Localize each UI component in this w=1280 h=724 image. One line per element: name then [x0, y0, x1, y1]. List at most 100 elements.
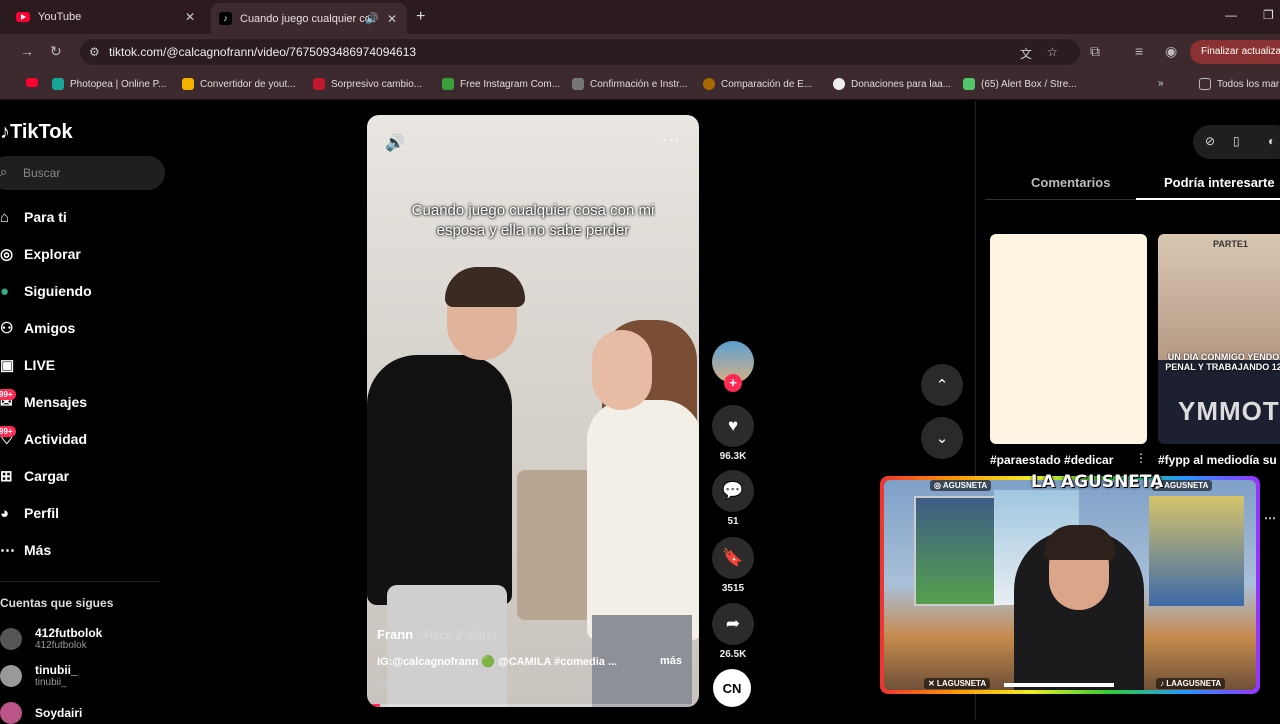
device-icon[interactable]: ▯ — [1233, 134, 1240, 148]
compass-icon[interactable]: ⊘ — [1205, 134, 1215, 148]
following-accounts-title: Cuentas que sigues — [0, 596, 114, 610]
new-tab-button[interactable]: + — [416, 8, 425, 26]
bookmark-youtube[interactable] — [26, 78, 44, 87]
nav-mas[interactable]: ⋯ Más — [0, 535, 51, 565]
video-caption: Cuando juego cualquier cosa con mi espos… — [411, 202, 655, 239]
recommended-caption[interactable]: #paraestado #dedicar — [990, 453, 1113, 467]
video-description: IG:@calcagnofrann 🟢 @CAMILA #comedia ... — [377, 656, 618, 668]
nav-siguiendo[interactable]: ● Siguiendo — [0, 276, 92, 306]
search-input[interactable]: ⌕ Buscar — [0, 156, 165, 190]
bookmark-item[interactable]: Donaciones para laa... — [833, 78, 951, 90]
bookmark-folder[interactable]: Todos los mar — [1199, 78, 1279, 90]
bookmark-icon — [182, 78, 194, 90]
bookmark-item[interactable]: Confirmación e Instr... — [572, 78, 687, 90]
restore-icon[interactable]: ❐ — [1263, 8, 1274, 22]
more-options-icon[interactable]: ··· — [662, 131, 681, 149]
follow-plus-icon[interactable]: + — [724, 374, 742, 392]
nav-perfil[interactable]: ◕ Perfil — [0, 498, 59, 528]
nav-mensajes[interactable]: ✉ 99+ Mensajes — [0, 387, 87, 417]
tab-youtube[interactable]: YouTube ✕ — [0, 0, 205, 34]
audio-playing-icon[interactable]: 🔊 — [365, 12, 379, 25]
edge-icon: ⋯ — [1264, 511, 1276, 525]
tiktok-logo[interactable]: ♪TikTok — [0, 121, 73, 144]
nav-cargar[interactable]: ⊞ Cargar — [0, 461, 69, 491]
active-tab-indicator — [1136, 198, 1280, 200]
next-video-button[interactable]: ⌄ — [921, 417, 963, 459]
bookmark-star-icon[interactable]: ☆ — [1047, 45, 1058, 59]
nav-explorar[interactable]: ◎ Explorar — [0, 239, 81, 269]
update-button[interactable]: Finalizar actualiza — [1190, 40, 1280, 64]
comment-button[interactable]: 💬 51 — [712, 470, 754, 527]
comment-count: 51 — [727, 516, 739, 527]
url-text[interactable]: tiktok.com/@calcagnofrann/video/76750934… — [109, 45, 416, 59]
minimize-icon[interactable]: — — [1225, 8, 1237, 22]
more-link[interactable]: más — [660, 655, 682, 667]
tab-title: YouTube — [38, 11, 82, 23]
reload-icon[interactable]: ↻ — [50, 43, 62, 60]
address-bar[interactable]: ⚙ tiktok.com/@calcagnofrann/video/767509… — [80, 39, 1080, 65]
translate-link[interactable]: Ver traducción — [377, 677, 453, 689]
like-button[interactable]: ♥ 96.3K — [712, 405, 754, 462]
tab-title: Cuando juego cualquier co — [240, 12, 371, 25]
bookmark-icon — [572, 78, 584, 90]
user-avatar-icon[interactable]: ◐ — [1268, 134, 1275, 148]
search-placeholder: Buscar — [23, 166, 61, 180]
tiktok-page: ♪TikTok ⌕ Buscar ⌂ Para ti ◎ Explorar ● Sig… — [0, 101, 1280, 724]
save-button[interactable]: 🔖 3515 — [712, 537, 754, 594]
bookmark-icon — [52, 78, 64, 90]
tab-tiktok[interactable]: ♪ Cuando juego cualquier co 🔊 ✕ — [211, 3, 407, 34]
tab-comentarios[interactable]: Comentarios — [1031, 175, 1110, 190]
more-icon: ⋯ — [0, 542, 15, 559]
nav-actividad[interactable]: ♡ 99+ Actividad — [0, 424, 87, 454]
video-player[interactable]: 🔊 ··· Cuando juego cualquier cosa con mi… — [367, 115, 699, 707]
share-button[interactable]: ➦ 26.5K — [712, 603, 754, 660]
bookmark-item[interactable]: (65) Alert Box / Stre... — [963, 78, 1077, 90]
bookmark-icon: 🔖 — [712, 537, 754, 579]
recommended-caption[interactable]: #fypp al mediodía su — [1158, 453, 1277, 467]
messages-badge: 99+ — [0, 389, 16, 400]
save-count: 3515 — [721, 583, 745, 594]
folder-icon — [1199, 78, 1211, 90]
recommended-video-thumb[interactable]: PARTE1 UN DIA CONMIGO YENDO PENAL Y TRAB… — [1158, 234, 1280, 444]
stream-bar — [1004, 683, 1114, 687]
more-options-icon[interactable]: ⋮ — [1135, 451, 1147, 465]
extensions-icon[interactable]: ⧉ — [1090, 43, 1100, 60]
volume-icon[interactable]: 🔊 — [385, 133, 405, 153]
site-info-icon[interactable]: ⚙ — [89, 45, 100, 59]
avatar — [0, 664, 22, 687]
following-account[interactable]: 412futbolok 412futbolok — [0, 626, 102, 651]
nav-live[interactable]: ▣ LIVE — [0, 350, 55, 380]
close-tab-icon[interactable]: ✕ — [387, 12, 397, 26]
comment-icon: 💬 — [712, 470, 754, 512]
bookmark-item[interactable]: Comparación de E... — [703, 78, 812, 90]
bookmark-item[interactable]: Free Instagram Com... — [442, 78, 560, 90]
bookmark-item[interactable]: Sorpresivo cambio... — [313, 78, 422, 90]
bookmarks-bar: Photopea | Online P... Convertidor de yo… — [0, 70, 1280, 100]
previous-video-button[interactable]: ⌃ — [921, 364, 963, 406]
forward-icon[interactable]: → — [20, 43, 34, 59]
browser-tab-strip: YouTube ✕ ♪ Cuando juego cualquier co 🔊 … — [0, 0, 1280, 34]
following-account[interactable]: tinubii_ tinubii_ — [0, 663, 78, 688]
nav-amigos[interactable]: ⚇ Amigos — [0, 313, 75, 343]
live-icon: ▣ — [0, 357, 15, 374]
tiktok-icon: ♪ — [219, 12, 232, 25]
following-account[interactable]: Soydairi — [0, 702, 82, 724]
search-icon: ⌕ — [0, 164, 8, 179]
profile-icon[interactable]: ◉ — [1165, 43, 1177, 60]
recommended-video-thumb[interactable] — [990, 234, 1147, 444]
bookmark-icon — [442, 78, 454, 90]
nav-para-ti[interactable]: ⌂ Para ti — [0, 202, 67, 232]
upload-icon: ⊞ — [0, 468, 13, 485]
more-bookmarks-icon[interactable]: » — [1158, 78, 1164, 89]
video-author[interactable]: Frann · Hace 2 día(s) — [377, 627, 496, 642]
close-tab-icon[interactable]: ✕ — [185, 10, 195, 24]
tab-podria-interesarte[interactable]: Podría interesarte — [1164, 175, 1275, 190]
reading-list-icon[interactable]: ≡ — [1135, 43, 1143, 59]
translate-icon[interactable]: 文 — [1020, 45, 1032, 62]
heart-icon: ♥ — [712, 405, 754, 447]
stream-tag: ✕ LAGUSNETA — [924, 678, 991, 689]
video-progress-bar[interactable] — [367, 704, 699, 707]
bookmark-item[interactable]: Photopea | Online P... — [52, 78, 166, 90]
music-disc[interactable]: CN — [713, 669, 751, 707]
bookmark-item[interactable]: Convertidor de yout... — [182, 78, 296, 90]
